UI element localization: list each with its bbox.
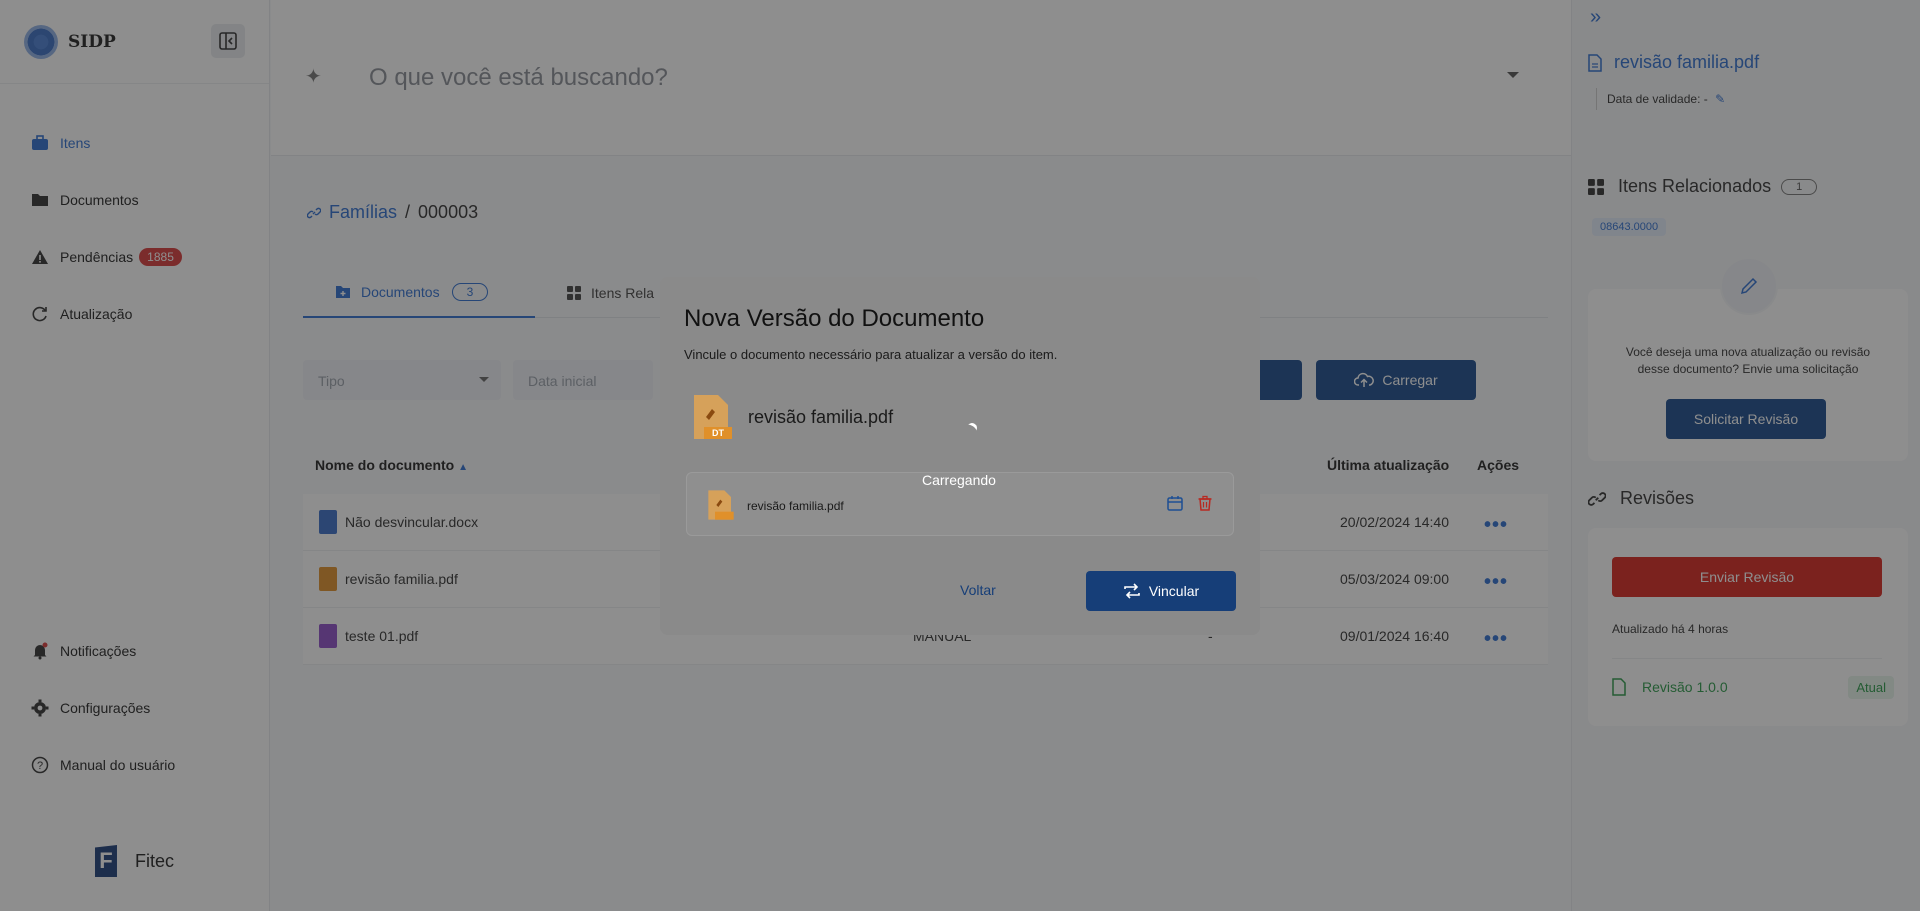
attached-file-name: revisão familia.pdf	[747, 499, 844, 513]
loading-spinner	[965, 421, 979, 435]
pdf-file-icon	[708, 490, 734, 520]
modal-subtitle: Vincule o documento necessário para atua…	[684, 347, 1058, 362]
new-version-modal: Nova Versão do Documento Vincule o docum…	[660, 277, 1260, 635]
modal-file: DT revisão familia.pdf	[692, 393, 893, 441]
modal-file-name: revisão familia.pdf	[748, 406, 894, 427]
trash-icon[interactable]	[1197, 495, 1213, 516]
svg-text:DT: DT	[712, 428, 724, 438]
loading-text: Carregando	[922, 472, 996, 488]
swap-icon	[1124, 583, 1140, 599]
back-button[interactable]: Voltar	[960, 582, 996, 598]
calendar-icon[interactable]	[1167, 495, 1183, 516]
pdf-file-icon: DT	[694, 395, 732, 439]
link-button[interactable]: Vincular	[1086, 571, 1236, 611]
modal-title: Nova Versão do Documento	[684, 305, 985, 332]
